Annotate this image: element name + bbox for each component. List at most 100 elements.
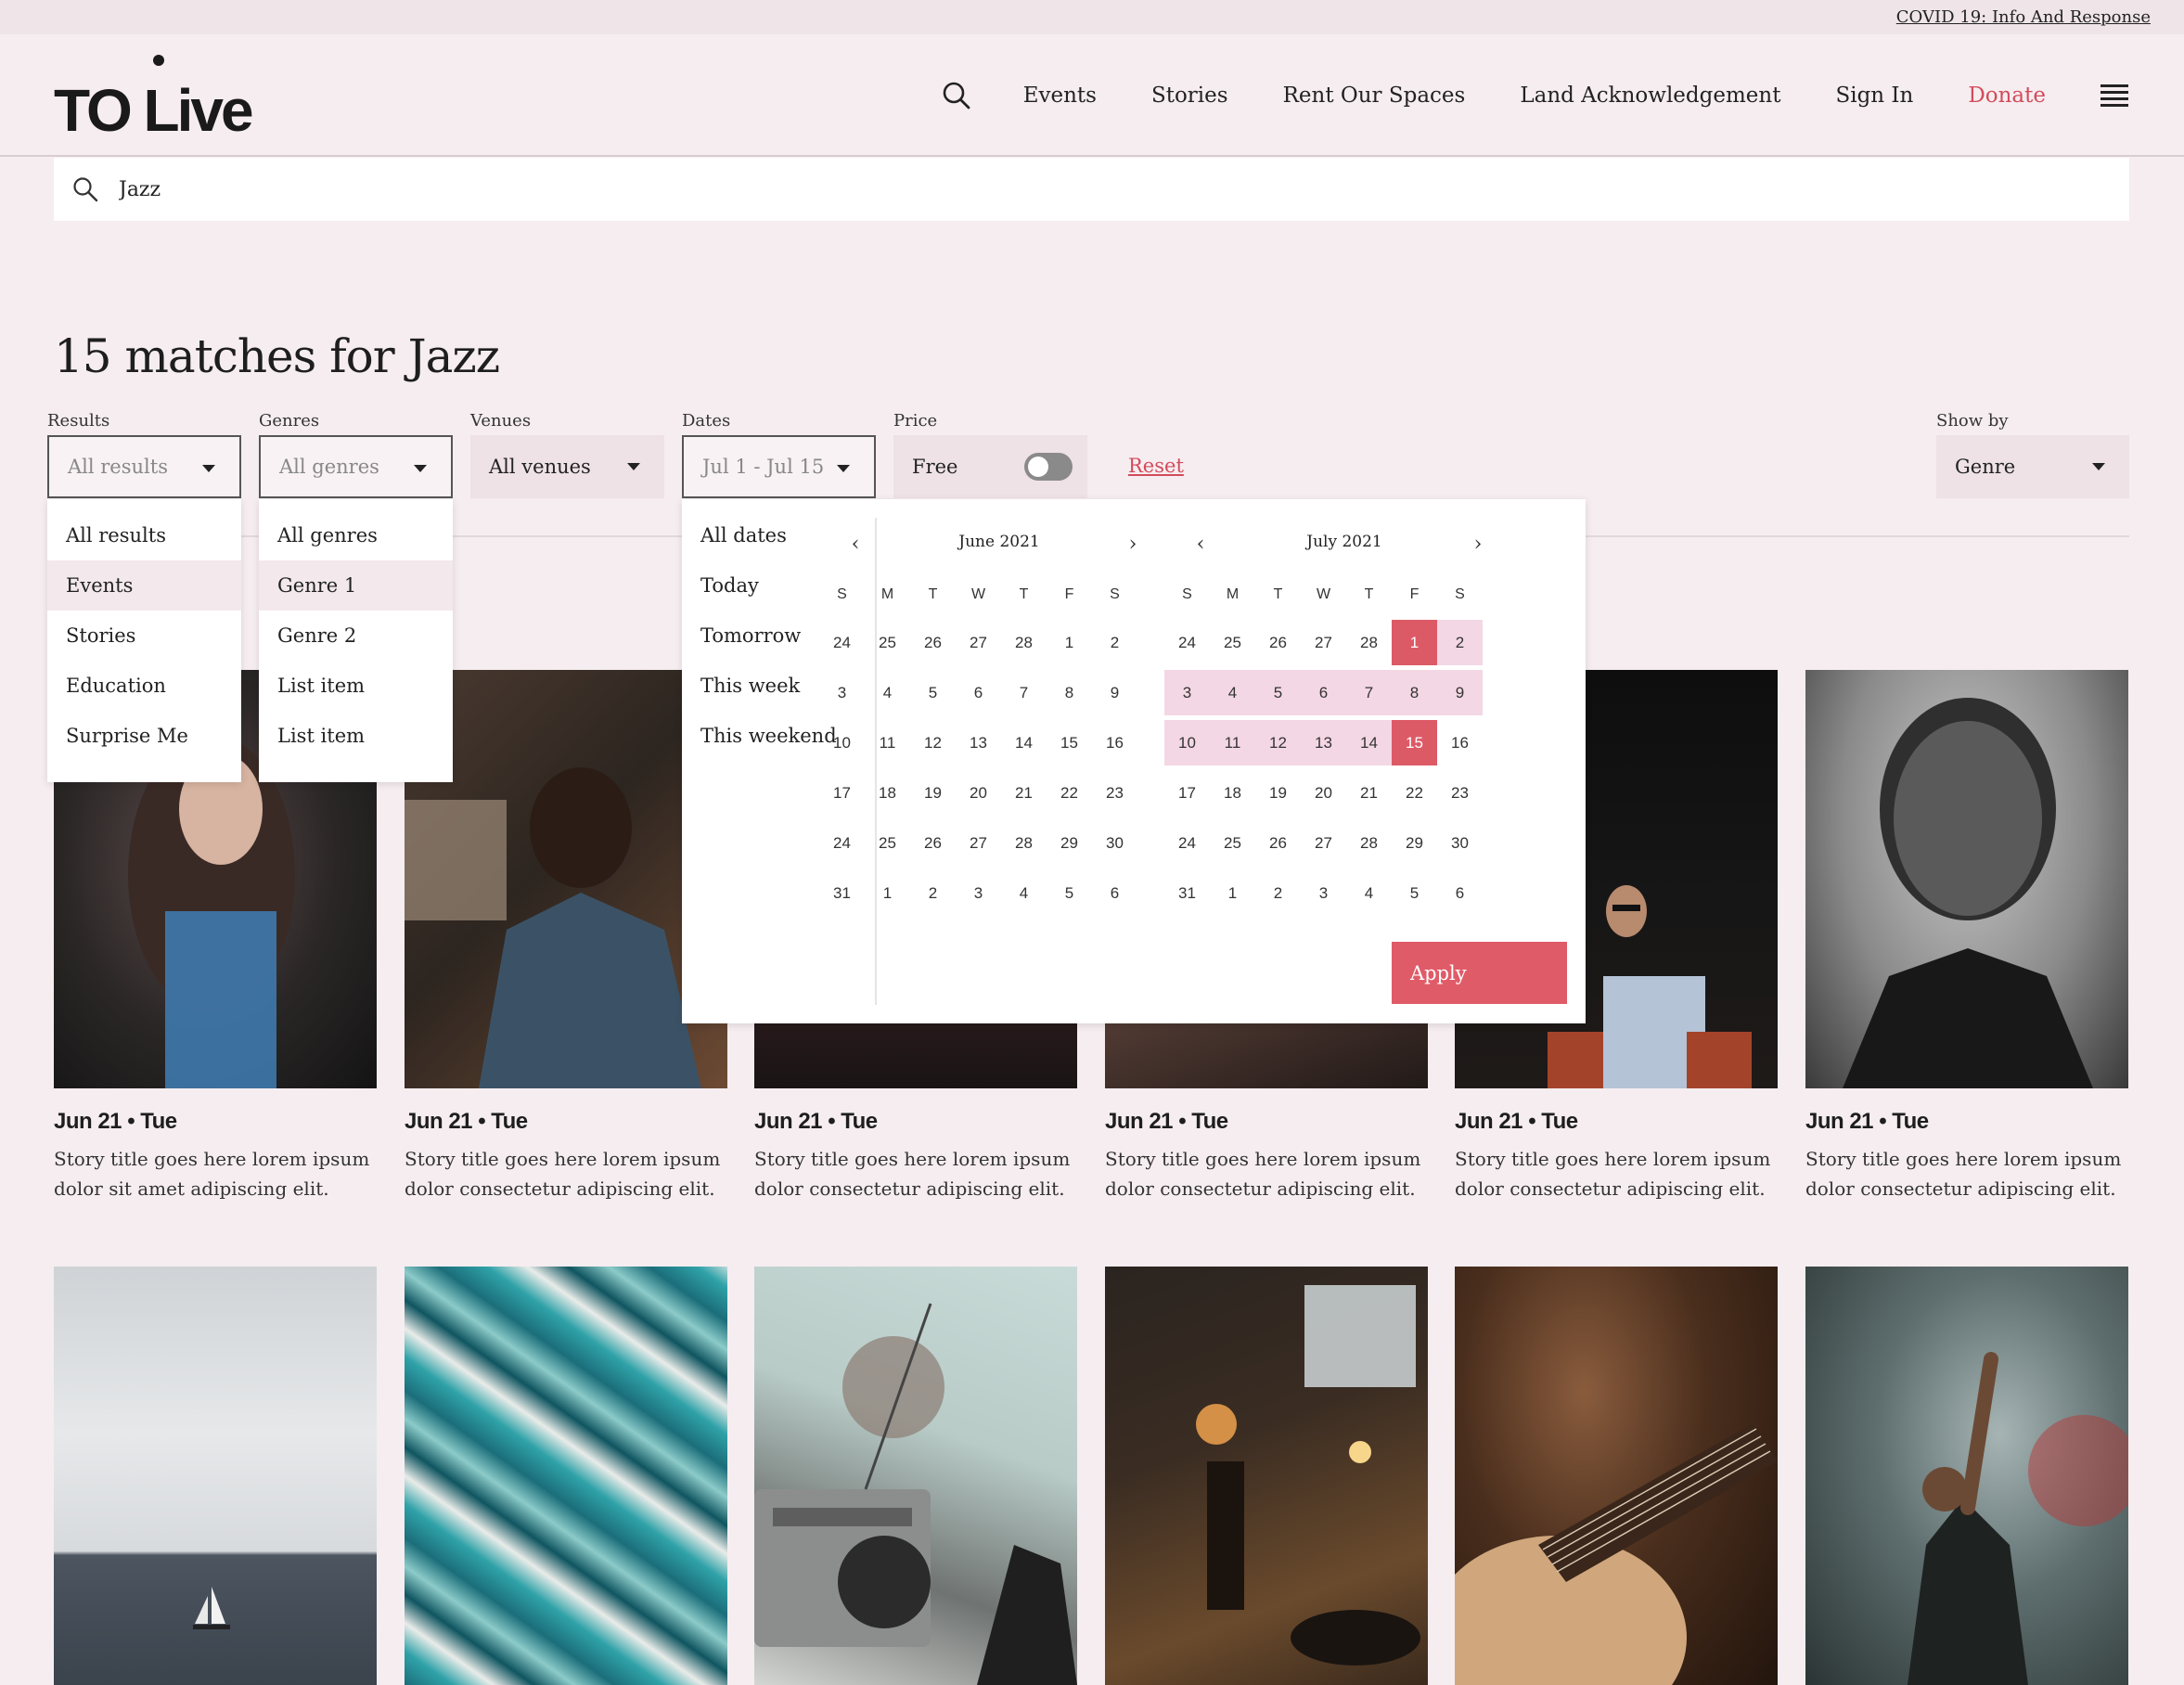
calendar-day[interactable]: 15 <box>1392 720 1437 765</box>
card-description[interactable]: Story title goes here lorem ipsum dolor c… <box>1805 1144 2128 1203</box>
calendar-day[interactable]: 27 <box>956 620 1001 665</box>
venues-dropdown[interactable]: All venues <box>470 435 664 498</box>
nav-rent-our-spaces[interactable]: Rent Our Spaces <box>1283 84 1466 108</box>
calendar-day[interactable]: 2 <box>1092 620 1137 665</box>
calendar-day[interactable]: 28 <box>1346 620 1392 665</box>
calendar-day[interactable]: 18 <box>1210 770 1255 816</box>
calendar-day[interactable]: 21 <box>1001 770 1047 816</box>
calendar-day[interactable]: 16 <box>1437 720 1483 765</box>
event-card[interactable]: Jun 21 • Tue Story title goes here lorem … <box>1805 670 2128 1203</box>
results-dropdown[interactable]: All results <box>47 435 241 498</box>
calendar-day[interactable]: 22 <box>1392 770 1437 816</box>
calendar-day[interactable]: 28 <box>1001 620 1047 665</box>
calendar-day[interactable]: 5 <box>1255 670 1301 715</box>
calendar-day[interactable]: 8 <box>1392 670 1437 715</box>
nav-sign-in[interactable]: Sign In <box>1835 84 1913 108</box>
calendar-day[interactable]: 5 <box>1392 870 1437 916</box>
calendar-day[interactable]: 14 <box>1001 720 1047 765</box>
calendar-day[interactable]: 1 <box>1210 870 1255 916</box>
chevron-left-icon[interactable]: ‹ <box>1191 533 1210 556</box>
chevron-right-icon[interactable]: › <box>1469 533 1487 556</box>
calendar-day[interactable]: 19 <box>910 770 956 816</box>
calendar-day[interactable]: 26 <box>910 620 956 665</box>
calendar-day[interactable]: 30 <box>1092 820 1137 866</box>
calendar-day[interactable]: 13 <box>1301 720 1346 765</box>
concert-performer-image[interactable] <box>1805 1267 2128 1685</box>
calendar-day[interactable]: 10 <box>819 720 865 765</box>
calendar-day[interactable]: 17 <box>819 770 865 816</box>
calendar-day[interactable]: 29 <box>1392 820 1437 866</box>
calendar-day[interactable]: 2 <box>1437 620 1483 665</box>
calendar-day[interactable]: 4 <box>1346 870 1392 916</box>
price-filter[interactable]: Free <box>893 435 1087 498</box>
card-description[interactable]: Story title goes here lorem ipsum dolor c… <box>754 1144 1077 1203</box>
calendar-day[interactable]: 26 <box>1255 820 1301 866</box>
reset-link[interactable]: Reset <box>1128 455 1184 477</box>
calendar-day[interactable]: 15 <box>1047 720 1092 765</box>
calendar-day[interactable]: 7 <box>1001 670 1047 715</box>
chevron-right-icon[interactable]: › <box>1124 533 1142 556</box>
nav-events[interactable]: Events <box>1023 84 1097 108</box>
calendar-day[interactable]: 24 <box>1164 620 1210 665</box>
calendar-day[interactable]: 11 <box>865 720 910 765</box>
calendar-day[interactable]: 1 <box>865 870 910 916</box>
calendar-day[interactable]: 18 <box>865 770 910 816</box>
card-description[interactable]: Story title goes here lorem ipsum dolor c… <box>405 1144 727 1203</box>
radio-image[interactable] <box>754 1267 1077 1685</box>
calendar-day[interactable]: 24 <box>819 620 865 665</box>
calendar-day[interactable]: 22 <box>1047 770 1092 816</box>
man-looking-away-image[interactable] <box>405 670 727 1088</box>
calendar-day[interactable]: 28 <box>1001 820 1047 866</box>
calendar-day[interactable]: 24 <box>819 820 865 866</box>
calendar-day[interactable]: 23 <box>1092 770 1137 816</box>
calendar-day[interactable]: 23 <box>1437 770 1483 816</box>
calendar-day[interactable]: 6 <box>1092 870 1137 916</box>
genres-option-genre-1[interactable]: Genre 1 <box>259 560 453 611</box>
calendar-day[interactable]: 29 <box>1047 820 1092 866</box>
genres-option-all[interactable]: All genres <box>259 510 453 560</box>
calendar-day[interactable]: 21 <box>1346 770 1392 816</box>
portrait-image[interactable] <box>1805 670 2128 1088</box>
calendar-day[interactable]: 13 <box>956 720 1001 765</box>
results-option-stories[interactable]: Stories <box>47 611 241 661</box>
calendar-day[interactable]: 9 <box>1092 670 1137 715</box>
free-toggle-switch[interactable] <box>1024 453 1073 481</box>
event-card[interactable]: Jun 21 • Tue Story title goes here lorem … <box>405 670 727 1203</box>
apply-button[interactable]: Apply <box>1392 942 1567 1004</box>
results-option-education[interactable]: Education <box>47 661 241 711</box>
calendar-day[interactable]: 12 <box>1255 720 1301 765</box>
search-icon[interactable] <box>942 81 971 110</box>
calendar-day[interactable]: 2 <box>910 870 956 916</box>
calendar-day[interactable]: 12 <box>910 720 956 765</box>
nav-land-acknowledgement[interactable]: Land Acknowledgement <box>1520 84 1780 108</box>
calendar-day[interactable]: 1 <box>1392 620 1437 665</box>
calendar-day[interactable]: 19 <box>1255 770 1301 816</box>
calendar-day[interactable]: 11 <box>1210 720 1255 765</box>
calendar-day[interactable]: 25 <box>865 820 910 866</box>
calendar-day[interactable]: 10 <box>1164 720 1210 765</box>
calendar-day[interactable]: 4 <box>1210 670 1255 715</box>
covid-info-link[interactable]: COVID 19: Info And Response <box>1896 7 2151 27</box>
calendar-day[interactable]: 9 <box>1437 670 1483 715</box>
genres-dropdown[interactable]: All genres <box>259 435 453 498</box>
card-description[interactable]: Story title goes here lorem ipsum dolor s… <box>54 1144 377 1203</box>
calendar-day[interactable]: 30 <box>1437 820 1483 866</box>
nav-stories[interactable]: Stories <box>1151 84 1228 108</box>
calendar-day[interactable]: 6 <box>956 670 1001 715</box>
calendar-day[interactable]: 25 <box>865 620 910 665</box>
guitar-image[interactable] <box>1455 1267 1778 1685</box>
results-option-all[interactable]: All results <box>47 510 241 560</box>
calendar-day[interactable]: 25 <box>1210 620 1255 665</box>
calendar-day[interactable]: 31 <box>819 870 865 916</box>
calendar-day[interactable]: 1 <box>1047 620 1092 665</box>
calendar-day[interactable]: 20 <box>956 770 1001 816</box>
calendar-day[interactable]: 27 <box>1301 820 1346 866</box>
calendar-day[interactable]: 5 <box>910 670 956 715</box>
calendar-day[interactable]: 3 <box>956 870 1001 916</box>
calendar-day[interactable]: 3 <box>1164 670 1210 715</box>
calendar-day[interactable]: 5 <box>1047 870 1092 916</box>
genres-option-genre-2[interactable]: Genre 2 <box>259 611 453 661</box>
calendar-day[interactable]: 8 <box>1047 670 1092 715</box>
results-option-events[interactable]: Events <box>47 560 241 611</box>
calendar-day[interactable]: 3 <box>1301 870 1346 916</box>
